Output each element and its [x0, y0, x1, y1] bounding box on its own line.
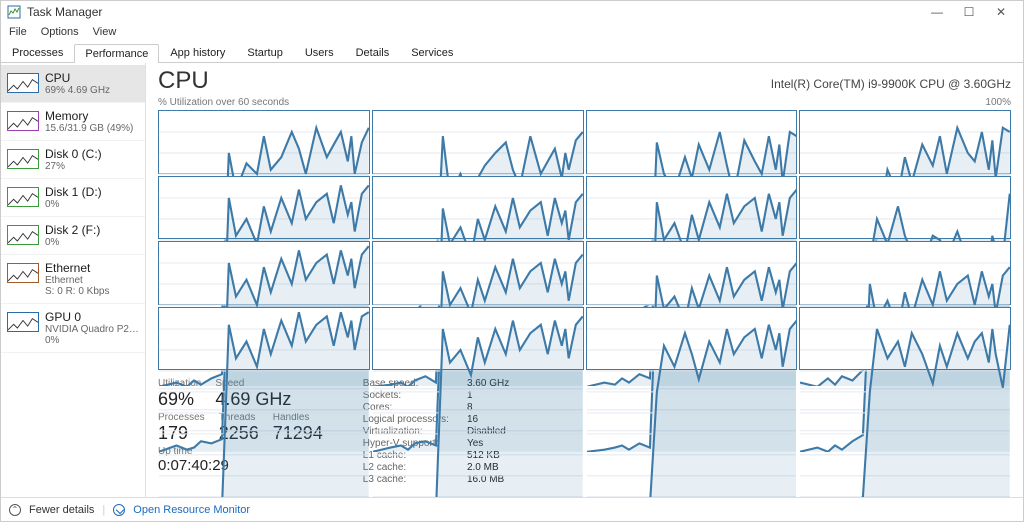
app-icon	[7, 5, 21, 19]
tab-startup[interactable]: Startup	[236, 43, 293, 62]
sidebar-item-disk-1-d-[interactable]: Disk 1 (D:)0%	[1, 179, 145, 217]
tab-processes[interactable]: Processes	[1, 43, 74, 62]
cpu-core-chart-4	[158, 176, 370, 240]
menu-file[interactable]: File	[9, 26, 27, 38]
cpu-core-chart-0	[158, 110, 370, 174]
sidebar-item-label: Memory	[45, 109, 133, 123]
cpu-core-chart-10	[586, 241, 798, 305]
sidebar-item-label: Disk 0 (C:)	[45, 147, 102, 161]
close-button[interactable]: ✕	[985, 1, 1017, 23]
sidebar-item-sublabel: 0%	[45, 199, 102, 210]
cpu-core-chart-13	[372, 307, 584, 371]
window-title: Task Manager	[27, 5, 921, 19]
tab-app-history[interactable]: App history	[159, 43, 236, 62]
chevron-up-icon[interactable]: ⌃	[9, 504, 21, 516]
sidebar-item-disk-2-f-[interactable]: Disk 2 (F:)0%	[1, 217, 145, 255]
sidebar-item-sublabel: Ethernet S: 0 R: 0 Kbps	[45, 275, 109, 297]
cpu-grid	[158, 110, 1011, 370]
page-title: CPU	[158, 67, 209, 95]
resource-monitor-icon	[113, 504, 125, 516]
cpu-core-chart-2	[586, 110, 798, 174]
cpu-core-chart-3	[799, 110, 1011, 174]
cpu-core-chart-14	[586, 307, 798, 371]
cpu-core-chart-12	[158, 307, 370, 371]
disk-thumbnail-icon	[7, 225, 39, 245]
cpu-core-chart-9	[372, 241, 584, 305]
cpu-core-chart-6	[586, 176, 798, 240]
menu-view[interactable]: View	[93, 26, 117, 38]
sidebar-item-cpu[interactable]: CPU69% 4.69 GHz	[1, 65, 145, 103]
memory-thumbnail-icon	[7, 111, 39, 131]
disk-thumbnail-icon	[7, 187, 39, 207]
cpu-model: Intel(R) Core(TM) i9-9900K CPU @ 3.60GHz	[771, 77, 1011, 91]
tab-details[interactable]: Details	[345, 43, 401, 62]
cpu-core-chart-7	[799, 176, 1011, 240]
sidebar-item-sublabel: NVIDIA Quadro P2… 0%	[45, 324, 139, 346]
sidebar: CPU69% 4.69 GHzMemory15.6/31.9 GB (49%)D…	[1, 63, 146, 497]
cpu-core-chart-1	[372, 110, 584, 174]
cpu-core-chart-15	[799, 307, 1011, 371]
sidebar-item-label: CPU	[45, 71, 110, 85]
sidebar-item-sublabel: 0%	[45, 237, 100, 248]
titlebar: Task Manager — ☐ ✕	[1, 1, 1023, 23]
chart-ymax: 100%	[985, 97, 1011, 108]
cpu-thumbnail-icon	[7, 73, 39, 93]
cpu-core-chart-11	[799, 241, 1011, 305]
sidebar-item-label: Ethernet	[45, 261, 109, 275]
sidebar-item-sublabel: 15.6/31.9 GB (49%)	[45, 123, 133, 134]
sidebar-item-gpu-0[interactable]: GPU 0NVIDIA Quadro P2… 0%	[1, 304, 145, 353]
minimize-button[interactable]: —	[921, 1, 953, 23]
sidebar-item-label: Disk 2 (F:)	[45, 223, 100, 237]
sidebar-item-sublabel: 69% 4.69 GHz	[45, 85, 110, 96]
tab-services[interactable]: Services	[400, 43, 464, 62]
tab-performance[interactable]: Performance	[74, 44, 159, 63]
cpu-core-chart-8	[158, 241, 370, 305]
open-resource-monitor-link[interactable]: Open Resource Monitor	[133, 504, 250, 516]
disk-thumbnail-icon	[7, 149, 39, 169]
menubar: File Options View	[1, 23, 1023, 41]
sidebar-item-ethernet[interactable]: EthernetEthernet S: 0 R: 0 Kbps	[1, 255, 145, 304]
sidebar-item-disk-0-c-[interactable]: Disk 0 (C:)27%	[1, 141, 145, 179]
tabstrip: Processes Performance App history Startu…	[1, 43, 1023, 63]
maximize-button[interactable]: ☐	[953, 1, 985, 23]
fewer-details-link[interactable]: Fewer details	[29, 504, 94, 516]
tab-users[interactable]: Users	[294, 43, 345, 62]
sidebar-item-label: Disk 1 (D:)	[45, 185, 102, 199]
gpu-thumbnail-icon	[7, 312, 39, 332]
chart-subtitle: % Utilization over 60 seconds	[158, 97, 289, 108]
footer: ⌃ Fewer details | Open Resource Monitor	[1, 497, 1023, 521]
content-pane: CPU Intel(R) Core(TM) i9-9900K CPU @ 3.6…	[146, 63, 1023, 497]
menu-options[interactable]: Options	[41, 26, 79, 38]
sidebar-item-label: GPU 0	[45, 310, 139, 324]
ethernet-thumbnail-icon	[7, 263, 39, 283]
sidebar-item-memory[interactable]: Memory15.6/31.9 GB (49%)	[1, 103, 145, 141]
sidebar-item-sublabel: 27%	[45, 161, 102, 172]
cpu-core-chart-5	[372, 176, 584, 240]
